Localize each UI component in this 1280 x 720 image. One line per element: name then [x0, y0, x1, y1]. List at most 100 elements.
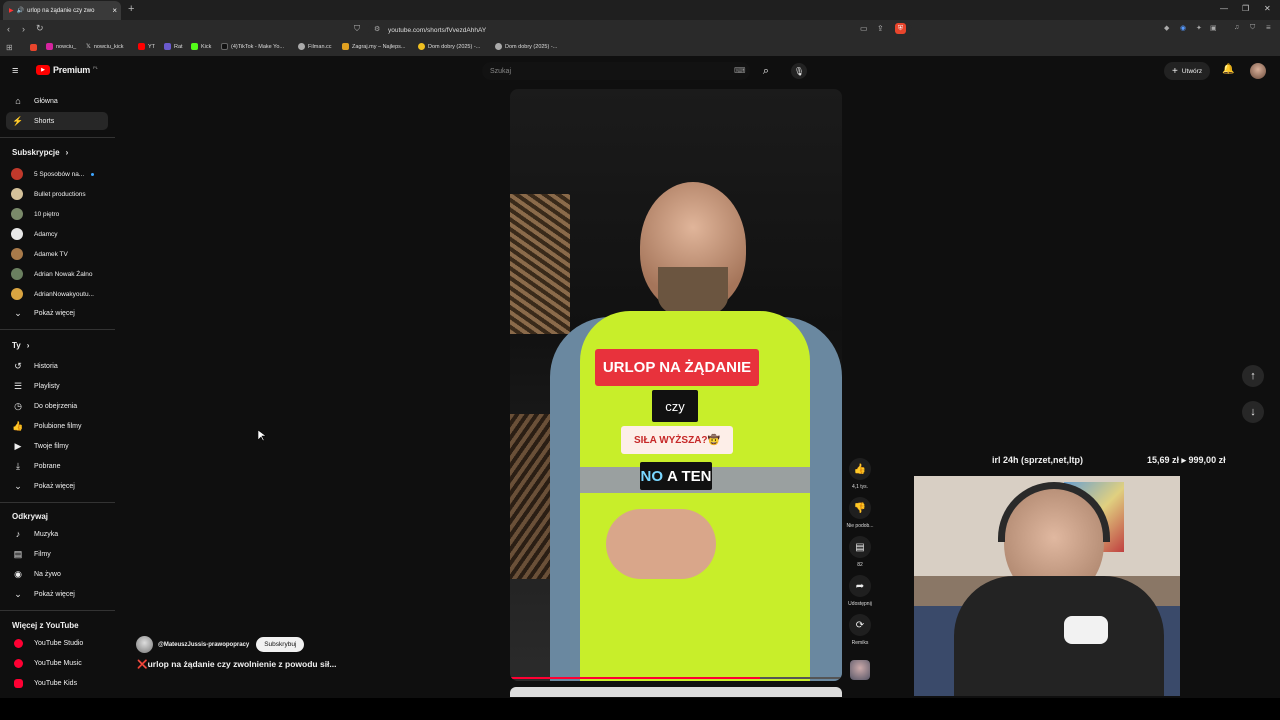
chevron-down-icon: ⌄: [14, 480, 22, 491]
bookmark-item[interactable]: 𝕏nowciu_kick: [86, 43, 124, 51]
sidebar-item-playlists[interactable]: ☰ Playlisty: [6, 377, 108, 395]
close-tab-icon[interactable]: ×: [112, 6, 117, 15]
youtube-logo[interactable]: ▶ Premium PL: [36, 65, 98, 75]
sidebar-toggle-icon[interactable]: ▣: [1210, 24, 1217, 32]
back-icon[interactable]: ‹: [7, 24, 10, 34]
short-video-player[interactable]: URLOP NA ŻĄDANIE czy SIŁA WYŻSZA?🤠 NO A T…: [510, 89, 842, 681]
keyboard-icon[interactable]: ⌨: [734, 66, 746, 75]
subscriptions-header[interactable]: Subskrypcje ›: [12, 148, 68, 157]
restore-icon[interactable]: ❐: [1242, 4, 1249, 13]
sidebar-item-downloads[interactable]: ⤓ Pobrane: [6, 457, 108, 475]
minimize-icon[interactable]: —: [1220, 4, 1228, 13]
sidebar-item-music[interactable]: ♪ Muzyka: [6, 525, 108, 543]
cast-icon[interactable]: ▭: [860, 24, 868, 33]
channel-row: @MateuszJussis-prawopopracy Subskrybuj: [136, 636, 305, 653]
history-icon: ↺: [14, 360, 22, 371]
reload-icon[interactable]: ↻: [36, 23, 44, 34]
notifications-bell-icon[interactable]: 🔔: [1222, 64, 1234, 75]
caption-no-a-ten: NO A TEN: [640, 462, 712, 490]
dislike-button[interactable]: 👎: [849, 497, 871, 519]
search-icon[interactable]: ⌕: [759, 64, 773, 78]
sidebar-subscription-item[interactable]: AdrianNowakyoutu...: [11, 288, 94, 300]
thumbs-up-icon: 👍: [853, 463, 867, 475]
sidebar-item-youtube-music[interactable]: YouTube Music: [6, 654, 108, 672]
presenter-beard: [658, 267, 728, 317]
sidebar-subscription-item[interactable]: 10 piętro: [11, 208, 59, 220]
bookmark-item[interactable]: (4)TikTok - Make Yo...: [221, 43, 284, 50]
previous-short-button[interactable]: ↑: [1242, 365, 1264, 387]
webcam-napkin: [1064, 616, 1108, 644]
short-title[interactable]: ❌urlop na żądanie czy zwolnienie z powod…: [137, 659, 337, 670]
browser-tab[interactable]: ▶ 🔊 urlop na żądanie czy zwo ×: [3, 1, 121, 20]
bookmark-item[interactable]: Zagraj.my – Najleps...: [342, 43, 406, 50]
share-button[interactable]: ➦: [849, 575, 871, 597]
search-input[interactable]: Szukaj ⌨: [482, 62, 750, 80]
channel-avatar[interactable]: [136, 636, 153, 653]
bookmark-item[interactable]: Filman.cc: [298, 43, 332, 50]
microphone-icon[interactable]: 🎙: [791, 63, 807, 79]
search-placeholder: Szukaj: [490, 67, 512, 75]
comment-icon: ▤: [855, 541, 865, 553]
next-short-button[interactable]: ↓: [1242, 401, 1264, 423]
sidebar-item-liked[interactable]: 👍 Polubione filmy: [6, 417, 108, 435]
sidebar-item-shorts[interactable]: ⚡ Shorts: [6, 112, 108, 130]
hamburger-menu-icon[interactable]: ≡: [12, 65, 18, 77]
media-icon[interactable]: ♫: [1234, 24, 1239, 31]
extension-icon-2[interactable]: ◉: [1180, 24, 1186, 32]
new-tab-icon[interactable]: +: [128, 3, 134, 15]
sidebar-item-youtube-studio[interactable]: YouTube Studio: [6, 634, 108, 652]
sidebar-subscription-item[interactable]: Adrian Nowak Żalno: [11, 268, 93, 280]
bookmark-item[interactable]: Dom dobry (2025) -...: [418, 43, 480, 50]
subscribe-button[interactable]: Subskrybuj: [256, 637, 305, 652]
channel-handle[interactable]: @MateuszJussis-prawopopracy: [158, 642, 249, 648]
sidebar-subscription-item[interactable]: Adamek TV: [11, 248, 68, 260]
extensions-icon[interactable]: ✦: [1196, 24, 1202, 32]
logo-text: Premium: [53, 65, 91, 75]
bookmark-item[interactable]: YT: [138, 43, 155, 50]
sidebar-item-your-videos[interactable]: ▶ Twoje filmy: [6, 437, 108, 455]
brave-shield-icon[interactable]: ⛨: [895, 23, 906, 34]
show-more-you[interactable]: ⌄ Pokaż więcej: [6, 477, 108, 495]
sidebar-item-watch-later[interactable]: ◷ Do obejrzenia: [6, 397, 108, 415]
like-count: 4,1 tys.: [851, 484, 869, 490]
show-more-explore[interactable]: ⌄ Pokaż więcej: [6, 585, 108, 603]
sidebar-subscription-item[interactable]: Bullet productions: [11, 188, 86, 200]
brave-bookmark-icon[interactable]: [30, 44, 37, 51]
sidebar-item-youtube-kids[interactable]: YouTube Kids: [6, 674, 108, 692]
sidebar-item-history[interactable]: ↺ Historia: [6, 357, 108, 375]
playlist-icon: ☰: [13, 380, 23, 391]
channel-avatar: [11, 188, 23, 200]
sound-thumbnail[interactable]: [850, 660, 870, 680]
bookmark-item[interactable]: Kick: [191, 43, 211, 50]
sidebar-item-movies[interactable]: ▤ Filmy: [6, 545, 108, 563]
site-info-icon[interactable]: ⚙: [374, 25, 380, 33]
remix-button[interactable]: ⟳: [849, 614, 871, 636]
create-button[interactable]: + Utwórz: [1164, 62, 1211, 80]
comments-button[interactable]: ▤: [849, 536, 871, 558]
mouse-cursor-icon: [258, 430, 266, 442]
share-icon: ➦: [855, 580, 865, 592]
wallet-icon[interactable]: ⛉: [1250, 24, 1255, 32]
sidebar-subscription-item[interactable]: Adamcy: [11, 228, 57, 240]
apps-icon[interactable]: ⊞: [6, 43, 13, 52]
subscription-label: Adrian Nowak Żalno: [34, 270, 93, 278]
account-avatar[interactable]: [1250, 63, 1266, 79]
subscription-label: 10 piętro: [34, 210, 60, 218]
bookmark-item[interactable]: nowciu_: [46, 43, 76, 50]
bookmark-item[interactable]: Rat: [164, 43, 183, 50]
extension-icon[interactable]: ◆: [1164, 24, 1169, 32]
you-header[interactable]: Ty ›: [12, 341, 29, 350]
bookmark-icon[interactable]: ⛉: [354, 24, 360, 34]
address-bar[interactable]: ⚙ youtube.com/shorts/fVvezdAhhAY: [368, 23, 912, 37]
like-button[interactable]: 👍: [849, 458, 871, 480]
close-window-icon[interactable]: ✕: [1264, 4, 1271, 13]
next-short-preview[interactable]: [510, 687, 842, 697]
forward-icon[interactable]: ›: [22, 24, 25, 34]
menu-icon[interactable]: ≡: [1266, 23, 1271, 32]
show-more-subscriptions[interactable]: ⌄ Pokaż więcej: [6, 304, 108, 322]
sidebar-subscription-item[interactable]: 5 Sposobów na...: [11, 168, 95, 180]
sidebar-item-home[interactable]: ⌂ Główna: [6, 92, 108, 110]
sidebar-item-live[interactable]: ◉ Na żywo: [6, 565, 108, 583]
share-page-icon[interactable]: ⇪: [877, 24, 884, 33]
bookmark-item[interactable]: Dom dobry (2025) -...: [495, 43, 557, 50]
